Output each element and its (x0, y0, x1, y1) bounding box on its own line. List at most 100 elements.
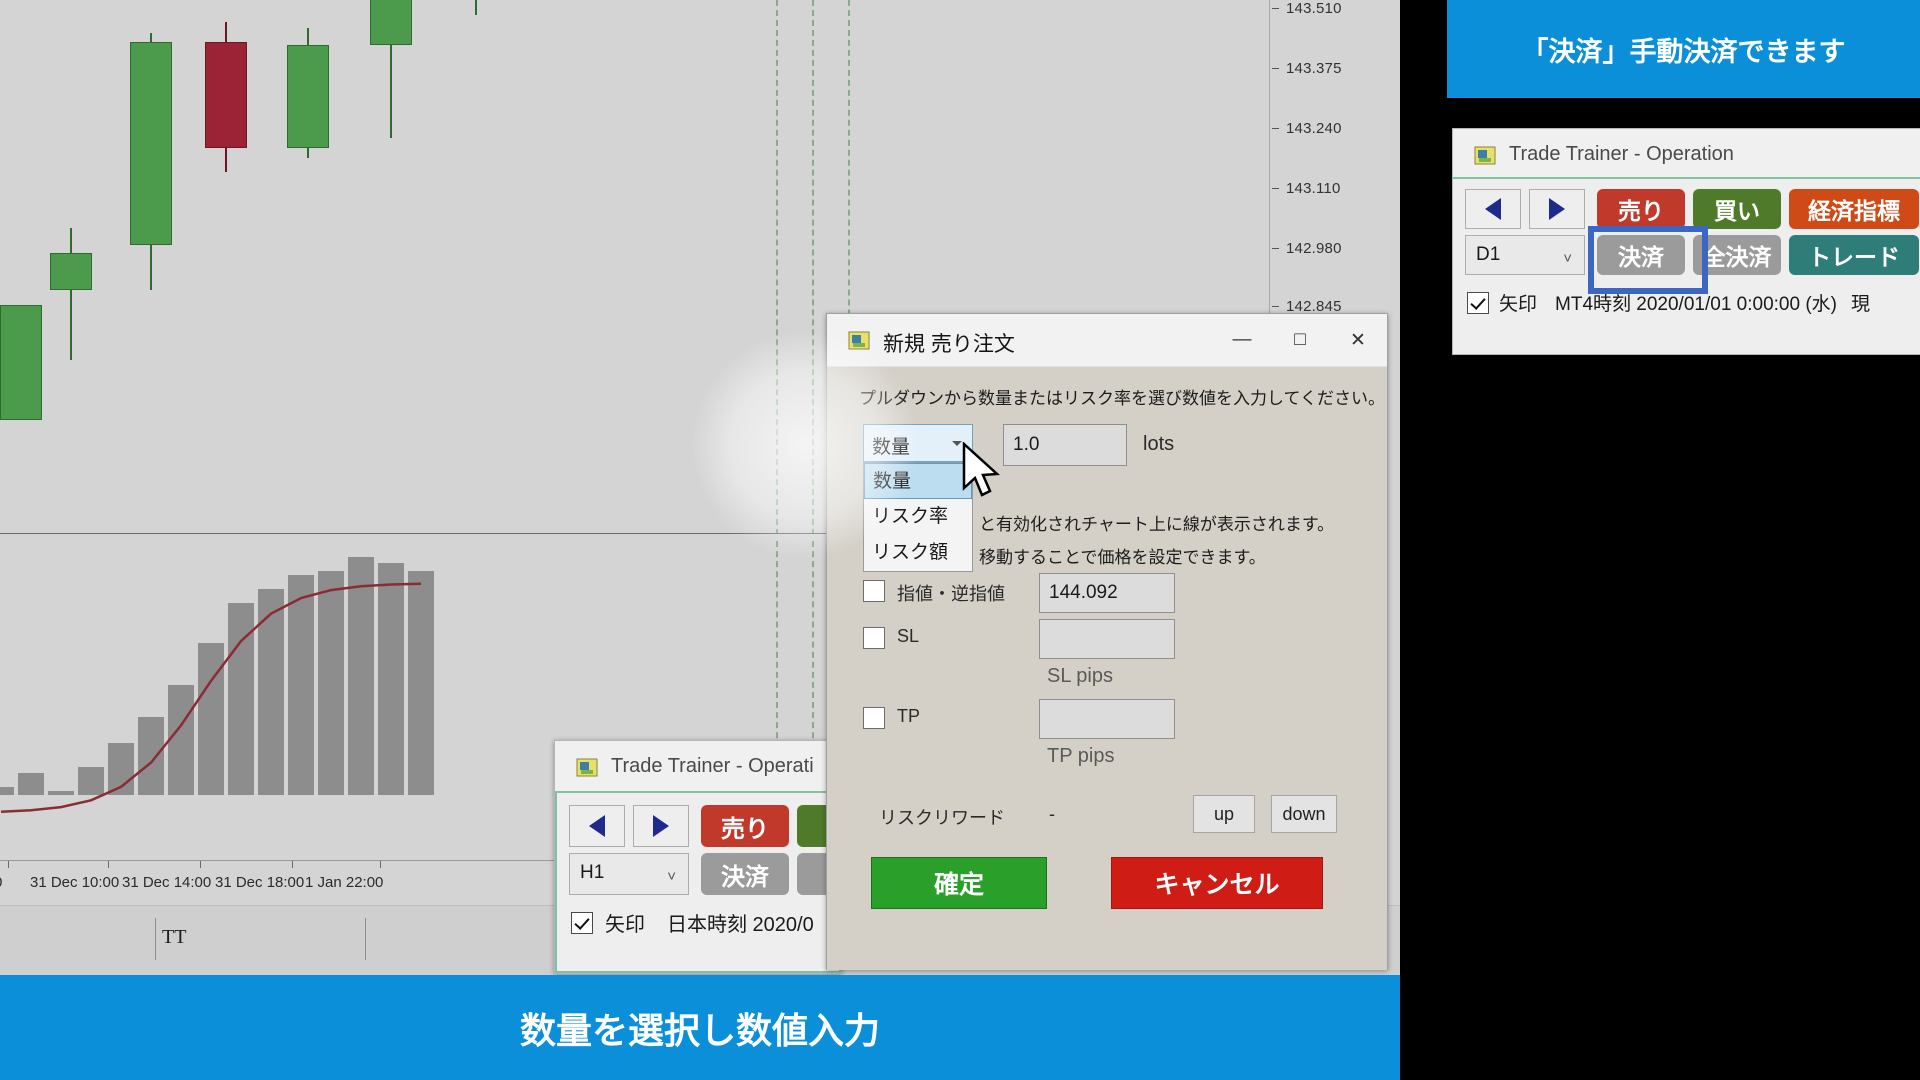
candlestick (455, 0, 497, 535)
window-title: Trade Trainer - Operation (1509, 143, 1734, 165)
sl-input[interactable] (1039, 619, 1175, 659)
time-label: MT4時刻 2020/01/01 0:00:00 (水) (1555, 294, 1837, 315)
chevron-down-icon (952, 441, 962, 446)
candlestick (0, 0, 42, 535)
order-mode-select[interactable]: 数量 (863, 424, 973, 462)
dialog-body: プルダウンから数量またはリスク率を選び数値を入力してください。 数量 数量 リスク… (827, 367, 1387, 970)
candlestick (130, 0, 172, 535)
grid-line-vertical (776, 0, 778, 535)
limit-checkbox[interactable] (863, 580, 885, 602)
buy-button[interactable]: 買い (1693, 189, 1781, 229)
up-button[interactable]: up (1193, 795, 1255, 833)
dropdown-option[interactable]: 数量 (864, 463, 972, 499)
trade-trainer-operation-window-top[interactable]: Trade Trainer - Operation D1 ˅ 売り 買い 経済指… (1452, 128, 1920, 355)
time-tick-label: 31 Dec 14:00 (122, 874, 212, 891)
time-tick-label: 1 Jan 22:00 (305, 874, 384, 891)
confirm-button[interactable]: 確定 (871, 857, 1047, 909)
close-icon[interactable]: ✕ (1329, 314, 1387, 366)
order-mode-value: 数量 (872, 437, 911, 458)
timeframe-value: H1 (580, 862, 605, 883)
bottom-caption-banner: 数量を選択し数値入力 (0, 975, 1400, 1080)
app-icon (1473, 143, 1497, 167)
minimize-button[interactable]: — (1213, 314, 1271, 366)
candlestick (50, 0, 92, 535)
step-forward-button[interactable] (1529, 189, 1585, 229)
close-position-button[interactable]: 決済 (701, 853, 789, 895)
tp-pips-label: TP pips (1047, 745, 1115, 767)
economic-news-button[interactable]: 経済指標 (1789, 189, 1919, 229)
toolbar: H1 ˅ 売り 買 決済 全 矢印 日本時刻 2020/0 (555, 791, 885, 973)
new-sell-order-dialog[interactable]: 新規 売り注文 — □ ✕ プルダウンから数量またはリスク率を選び数値を入力して… (826, 313, 1388, 970)
mouse-cursor (962, 442, 1001, 497)
arrow-checkbox[interactable] (571, 911, 593, 934)
chevron-down-icon: ˅ (667, 868, 676, 885)
candlestick (205, 0, 247, 535)
arrow-toggle-row[interactable]: 矢印 日本時刻 2020/0 (571, 908, 814, 937)
close-button-highlight (1588, 226, 1708, 294)
arrow-label: 矢印 (1499, 294, 1538, 315)
down-button[interactable]: down (1271, 795, 1337, 833)
app-icon (847, 328, 871, 352)
time-tick-label: 31 Dec 10:00 (30, 874, 120, 891)
tp-checkbox[interactable] (863, 707, 885, 729)
dialog-title: 新規 売り注文 (883, 333, 1015, 356)
timeframe-select[interactable]: H1 ˅ (569, 853, 689, 895)
dialog-title-bar[interactable]: 新規 売り注文 — □ ✕ (827, 314, 1387, 367)
arrow-checkbox[interactable] (1467, 291, 1489, 314)
maximize-button[interactable]: □ (1271, 314, 1329, 366)
step-back-button[interactable] (569, 805, 625, 847)
tp-input[interactable] (1039, 699, 1175, 739)
time-tick-mark (200, 861, 201, 868)
arrow-toggle-row[interactable]: 矢印 MT4時刻 2020/01/01 0:00:00 (水) 現 (1467, 289, 1870, 316)
risk-reward-value: - (1049, 804, 1055, 824)
order-mode-dropdown-list[interactable]: 数量 リスク率 リスク額 (863, 462, 973, 572)
title-bar[interactable]: Trade Trainer - Operati (555, 741, 841, 791)
status-label: TT (162, 926, 187, 948)
time-tick-mark (292, 861, 293, 868)
time-tick-label: 0 (0, 874, 2, 891)
timeframe-value: D1 (1476, 244, 1501, 265)
title-bar[interactable]: Trade Trainer - Operation (1453, 129, 1920, 177)
sell-button[interactable]: 売り (1597, 189, 1685, 229)
candlestick (370, 0, 412, 535)
time-label: 日本時刻 2020/0 (667, 914, 814, 936)
cancel-button[interactable]: キャンセル (1111, 857, 1323, 909)
triangle-left-icon (589, 815, 605, 837)
dialog-note-line2: 移動することで価格を設定できます。 (979, 548, 1266, 567)
trade-button[interactable]: トレード (1789, 235, 1919, 275)
sl-pips-label: SL pips (1047, 665, 1113, 687)
time-tick-label: 31 Dec 18:00 (215, 874, 305, 891)
sell-button[interactable]: 売り (701, 805, 789, 847)
top-caption-banner: 「決済」手動決済できます (1447, 0, 1920, 98)
screen: 143.510 143.375 143.240 143.110 142.980 142.8… (0, 0, 1920, 1080)
arrow-label: 矢印 (605, 914, 645, 936)
now-label: 現 (1851, 294, 1871, 315)
grid-line-vertical (812, 0, 814, 535)
timeframe-select[interactable]: D1 ˅ (1465, 235, 1585, 275)
sl-checkbox[interactable] (863, 627, 885, 649)
toolbar: D1 ˅ 売り 買い 経済指標 決済 全決済 トレード 矢印 MT4時刻 202… (1453, 177, 1920, 354)
time-tick-mark (108, 861, 109, 868)
lot-unit-label: lots (1143, 433, 1175, 455)
limit-label: 指値・逆指値 (897, 584, 1005, 604)
dropdown-option[interactable]: リスク率 (864, 499, 972, 535)
chevron-down-icon: ˅ (1563, 250, 1572, 267)
tp-label: TP (897, 706, 921, 726)
risk-reward-label: リスクリワード (879, 808, 1005, 828)
dialog-hint: プルダウンから数量またはリスク率を選び数値を入力してください。 (859, 389, 1385, 408)
triangle-left-icon (1485, 198, 1501, 220)
app-icon (575, 755, 599, 779)
dropdown-option[interactable]: リスク額 (864, 535, 972, 571)
limit-price-input[interactable]: 144.092 (1039, 573, 1175, 613)
time-tick-mark (380, 861, 381, 868)
candlestick (287, 0, 329, 535)
triangle-right-icon (653, 815, 669, 837)
sl-label: SL (897, 626, 920, 646)
step-back-button[interactable] (1465, 189, 1521, 229)
lot-input[interactable]: 1.0 (1003, 424, 1127, 466)
window-title: Trade Trainer - Operati (611, 755, 814, 777)
time-tick-mark (8, 861, 9, 868)
step-forward-button[interactable] (633, 805, 689, 847)
trade-trainer-operation-window-bottom[interactable]: Trade Trainer - Operati H1 ˅ 売り 買 決済 全 矢… (554, 740, 885, 974)
triangle-right-icon (1549, 198, 1565, 220)
